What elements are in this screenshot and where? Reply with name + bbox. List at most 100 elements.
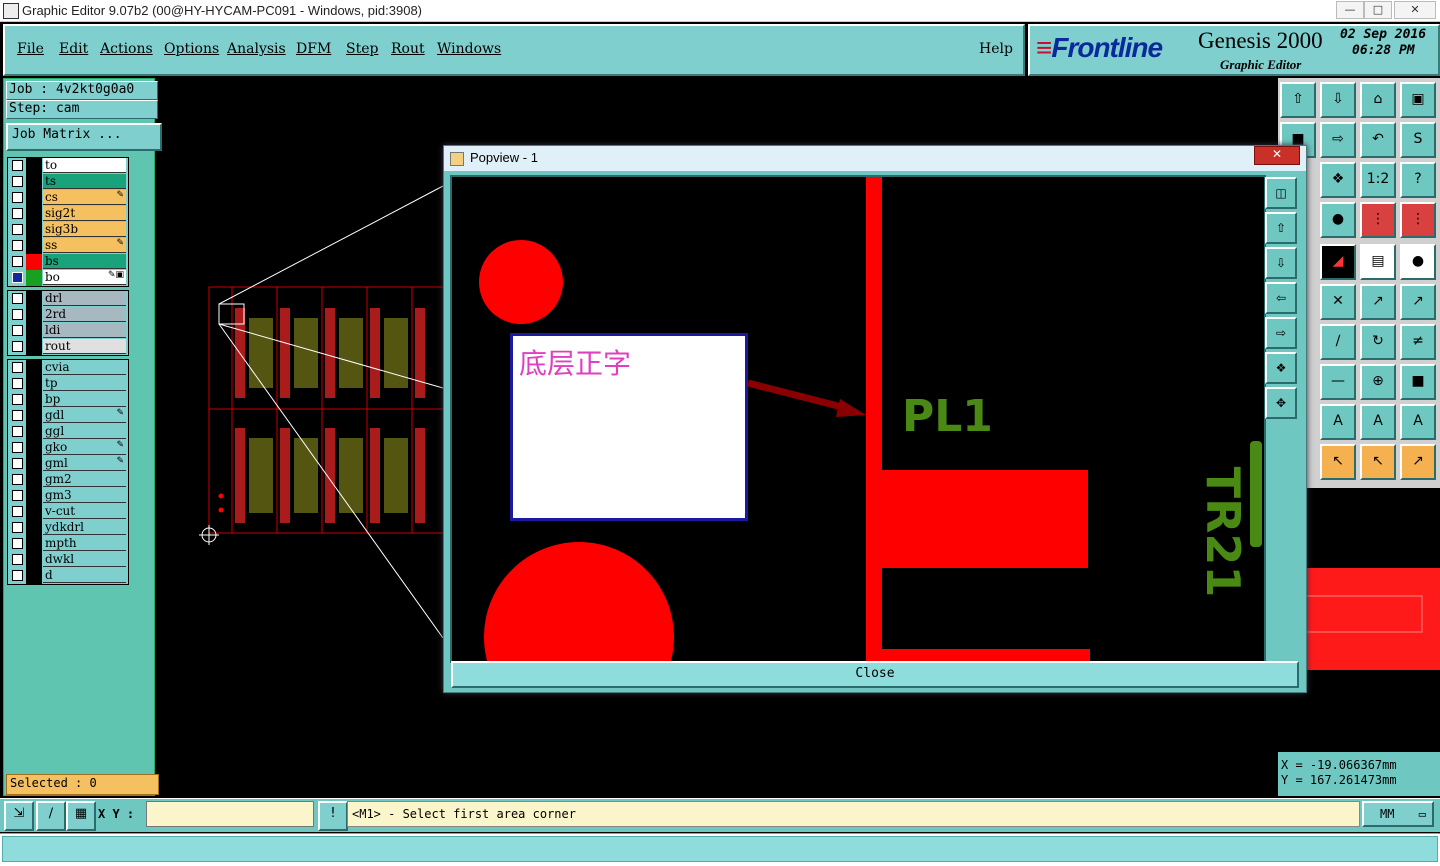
menu-dfm[interactable]: DFM (296, 41, 331, 57)
units-select[interactable]: MM ▭ (1362, 801, 1434, 827)
snap-grid-icon[interactable]: ∕ (36, 801, 66, 831)
layer-checkbox[interactable] (12, 309, 23, 320)
menu-options[interactable]: Options (164, 41, 219, 57)
layer-checkbox[interactable] (12, 570, 23, 581)
center-icon[interactable]: ⊕ (1360, 364, 1396, 400)
layers-red-2-icon[interactable]: ⋮ (1400, 202, 1436, 238)
popview-up-icon[interactable]: ⇧ (1265, 212, 1297, 244)
mirror-icon[interactable]: ≠ (1400, 324, 1436, 360)
pad-icon[interactable]: ● (1400, 244, 1436, 280)
popview-close-x[interactable]: ✕ (1254, 146, 1300, 165)
layer-checkbox[interactable] (12, 426, 23, 437)
warning-icon[interactable]: ! (318, 801, 348, 831)
rotate-icon[interactable]: ↶ (1360, 122, 1396, 158)
layer-row[interactable]: sig3b (8, 222, 128, 238)
layer-checkbox[interactable] (12, 538, 23, 549)
layer-row[interactable]: 2rd (8, 307, 128, 323)
open-step-icon[interactable]: ⇧ (1280, 82, 1316, 118)
layer-checkbox[interactable] (12, 272, 23, 283)
select-2-icon[interactable]: ↖ (1360, 444, 1396, 480)
layer-checkbox[interactable] (12, 208, 23, 219)
diag-line-icon[interactable]: ∕ (1320, 324, 1356, 360)
layer-row[interactable]: d (8, 568, 128, 584)
layer-row[interactable]: gml ✎ (8, 456, 128, 472)
layer-row[interactable]: gm3 (8, 488, 128, 504)
layer-checkbox[interactable] (12, 160, 23, 171)
window-icon[interactable]: ▣ (1400, 82, 1436, 118)
layer-row[interactable]: bs (8, 254, 128, 270)
layer-row[interactable]: ydkdrl (8, 520, 128, 536)
snap-icon[interactable]: S (1400, 122, 1436, 158)
zoom-fit-icon[interactable]: ❖ (1320, 162, 1356, 198)
layer-row[interactable]: drl (8, 291, 128, 307)
hline-icon[interactable]: — (1320, 364, 1356, 400)
popview-zoom-icon[interactable]: ◫ (1265, 177, 1297, 209)
layer-row[interactable]: gko ✎ (8, 440, 128, 456)
layer-checkbox[interactable] (12, 341, 23, 352)
home-icon[interactable]: ⌂ (1360, 82, 1396, 118)
layer-checkbox[interactable] (12, 458, 23, 469)
layer-row[interactable]: cs ✎ (8, 190, 128, 206)
close-window-button[interactable]: ✕ (1394, 1, 1436, 19)
layer-checkbox[interactable] (12, 554, 23, 565)
menu-file[interactable]: File (17, 41, 44, 57)
layer-checkbox[interactable] (12, 192, 23, 203)
move-icon[interactable]: ⇨ (1320, 122, 1356, 158)
popview-down-icon[interactable]: ⇩ (1265, 247, 1297, 279)
layers-red-icon[interactable]: ⋮ (1360, 202, 1396, 238)
popview-close-button[interactable]: Close (451, 661, 1299, 688)
layer-row[interactable]: ggl (8, 424, 128, 440)
popview-left-icon[interactable]: ⇦ (1265, 282, 1297, 314)
text-a2-icon[interactable]: A (1360, 404, 1396, 440)
xy-input[interactable] (146, 801, 314, 827)
menu-analysis[interactable]: Analysis (227, 41, 286, 57)
maximize-button[interactable]: □ (1364, 1, 1392, 19)
menu-actions[interactable]: Actions (100, 41, 153, 57)
measure-icon[interactable]: ◢ (1320, 244, 1356, 280)
menu-rout[interactable]: Rout (391, 41, 425, 57)
popview-pan-icon[interactable]: ✥ (1265, 387, 1297, 419)
minimize-button[interactable]: — (1336, 1, 1364, 19)
layer-row[interactable]: ts (8, 174, 128, 190)
layer-checkbox[interactable] (12, 522, 23, 533)
layer-row[interactable]: v-cut (8, 504, 128, 520)
menu-windows[interactable]: Windows (437, 41, 501, 57)
layer-checkbox[interactable] (12, 442, 23, 453)
layer-row[interactable]: rout (8, 339, 128, 355)
ruler-icon[interactable]: ▤ (1360, 244, 1396, 280)
layer-row[interactable]: tp (8, 376, 128, 392)
text-a3-icon[interactable]: A (1400, 404, 1436, 440)
layer-row[interactable]: ldi (8, 323, 128, 339)
job-matrix-button[interactable]: Job Matrix ... (6, 123, 162, 151)
layer-checkbox[interactable] (12, 256, 23, 267)
zoom-window-icon[interactable]: ⇲ (4, 801, 34, 831)
layer-row[interactable]: mpth (8, 536, 128, 552)
layer-row[interactable]: to (8, 158, 128, 174)
menu-help[interactable]: Help (979, 41, 1013, 57)
arc-icon[interactable]: ↻ (1360, 324, 1396, 360)
layer-row[interactable]: gdl ✎ (8, 408, 128, 424)
layer-checkbox[interactable] (12, 240, 23, 251)
help-query-icon[interactable]: ? (1400, 162, 1436, 198)
layer-checkbox[interactable] (12, 410, 23, 421)
layer-checkbox[interactable] (12, 224, 23, 235)
layer-checkbox[interactable] (12, 506, 23, 517)
layer-checkbox[interactable] (12, 325, 23, 336)
scale-icon[interactable]: 1:2 (1360, 162, 1396, 198)
layer-row[interactable]: cvia (8, 360, 128, 376)
select-path-icon[interactable]: ↗ (1400, 444, 1436, 480)
popview-fit-icon[interactable]: ❖ (1265, 352, 1297, 384)
layer-checkbox[interactable] (12, 362, 23, 373)
line-point-2-icon[interactable]: ↗ (1400, 284, 1436, 320)
popview-right-icon[interactable]: ⇨ (1265, 317, 1297, 349)
layer-row[interactable]: ss ✎ (8, 238, 128, 254)
layer-checkbox[interactable] (12, 394, 23, 405)
layer-row-active[interactable]: bo ✎▣ (8, 270, 128, 286)
layer-checkbox[interactable] (12, 378, 23, 389)
menu-step[interactable]: Step (346, 41, 378, 57)
layer-checkbox[interactable] (12, 490, 23, 501)
layer-row[interactable]: gm2 (8, 472, 128, 488)
grid-icon[interactable]: ▦ (66, 801, 96, 831)
layer-row[interactable]: bp (8, 392, 128, 408)
layer-row[interactable]: sig2t (8, 206, 128, 222)
